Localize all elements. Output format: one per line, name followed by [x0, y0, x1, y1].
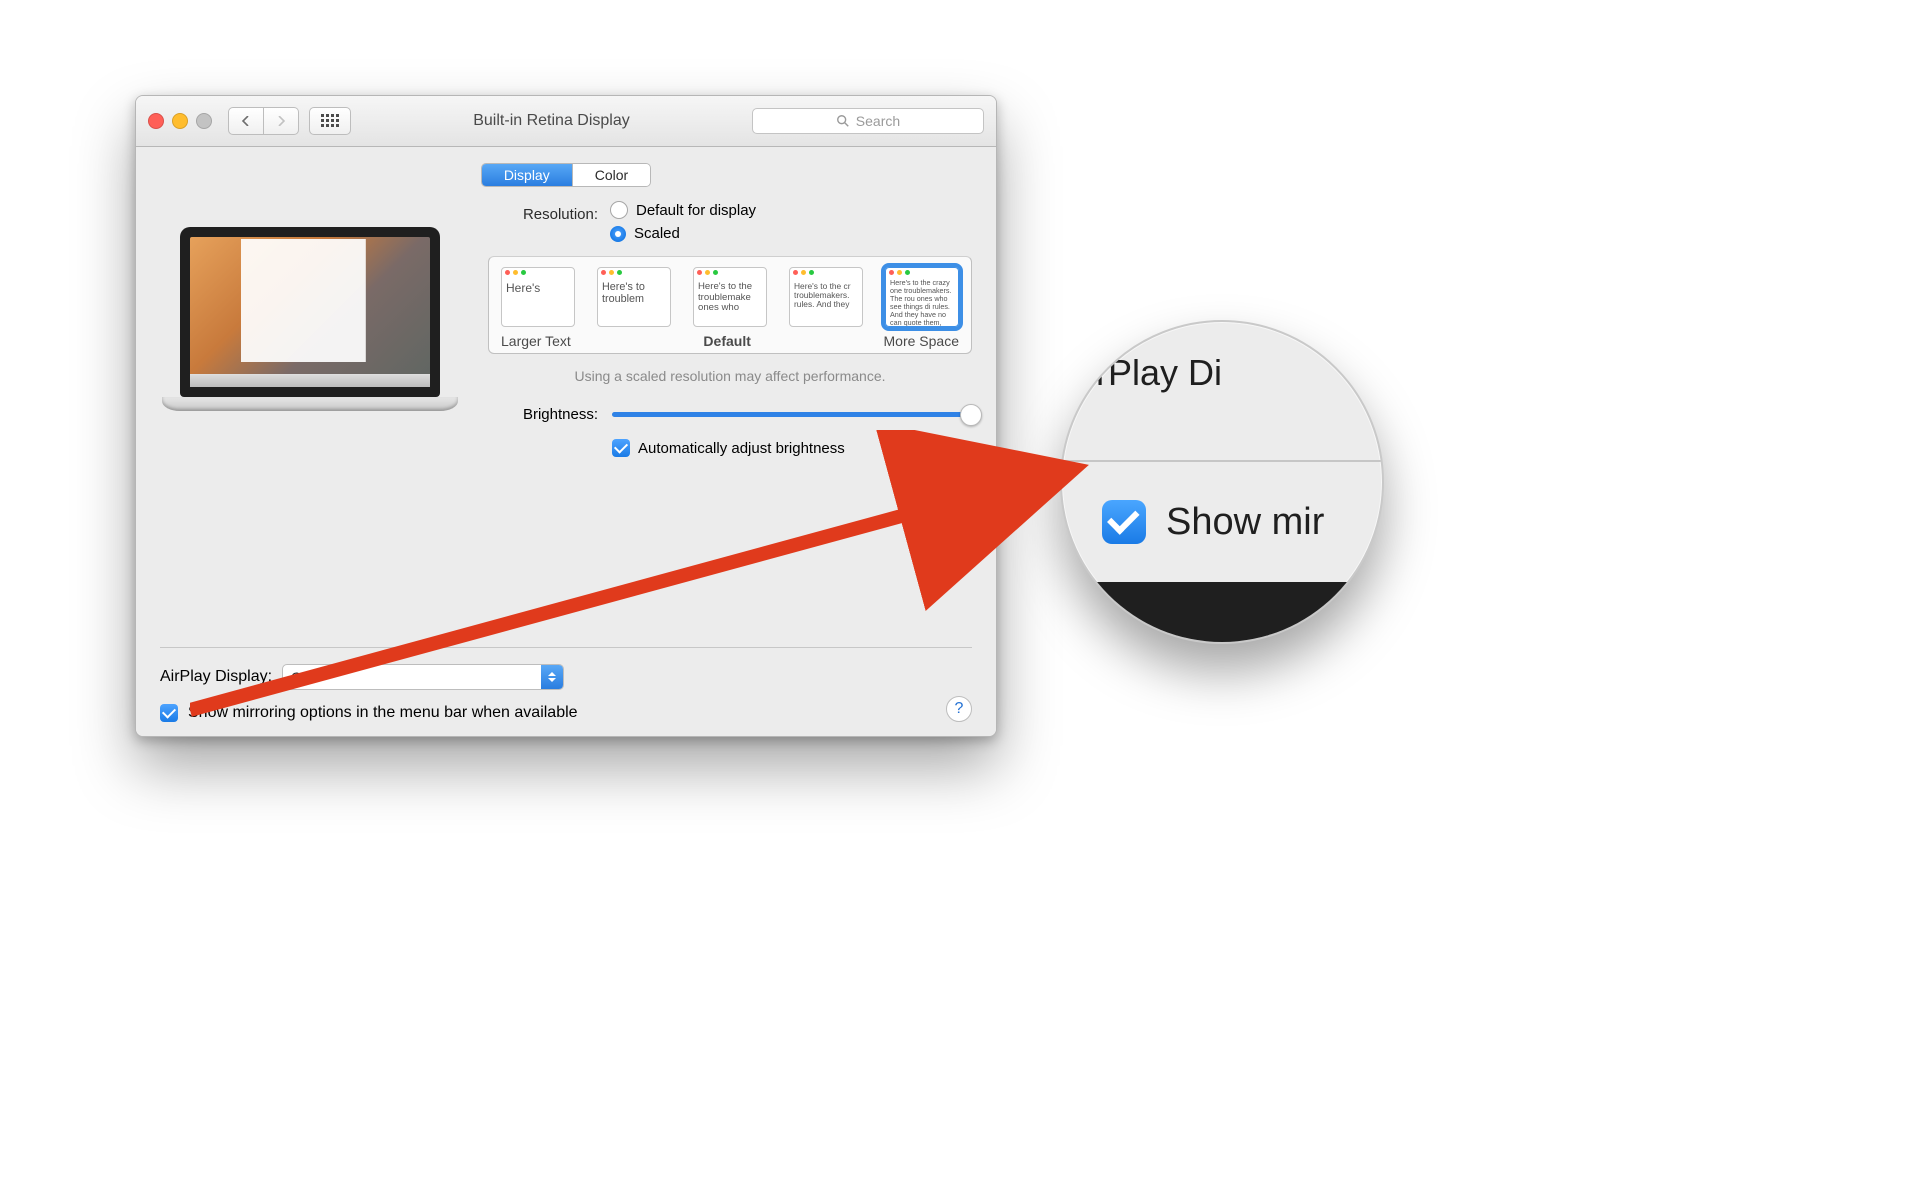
radio-icon	[610, 226, 626, 242]
radio-label: Default for display	[636, 202, 756, 219]
window-title: Built-in Retina Display	[473, 112, 630, 130]
magnifier-callout: irPlay Di Show mir	[1060, 320, 1384, 644]
system-preferences-window: Built-in Retina Display Search Display C…	[135, 95, 997, 737]
window-footer: AirPlay Display: Off Show mirroring opti…	[160, 647, 972, 722]
scaling-thumbnail[interactable]: Here's to the cr troublemakers. rules. A…	[789, 267, 863, 327]
auto-brightness-option[interactable]: Automatically adjust brightness	[612, 439, 972, 457]
tab-display[interactable]: Display	[482, 164, 572, 186]
scaling-thumbnail[interactable]: Here's to troublem	[597, 267, 671, 327]
forward-button[interactable]	[264, 107, 299, 135]
checkbox-icon	[1102, 500, 1146, 544]
airplay-row: AirPlay Display: Off	[160, 664, 972, 690]
scaling-thumbnail-text: Here's	[502, 280, 574, 326]
scaling-thumbnail-text: Here's to the cr troublemakers. rules. A…	[790, 280, 862, 326]
resolution-scaled-option[interactable]: Scaled	[610, 225, 756, 242]
minimize-window-button[interactable]	[172, 113, 188, 129]
scaling-thumbnail[interactable]: Here's	[501, 267, 575, 327]
brightness-label: Brightness:	[488, 406, 598, 423]
scaling-options: Here's Here's to troublem Here's to the tr…	[488, 256, 972, 354]
scaling-thumbnail-text: Here's to troublem	[598, 280, 670, 326]
search-field[interactable]: Search	[752, 108, 984, 134]
show-mirroring-option[interactable]: Show mirroring options in the menu bar w…	[160, 704, 972, 722]
back-button[interactable]	[228, 107, 264, 135]
scale-larger-text-label: Larger Text	[501, 333, 571, 349]
help-button[interactable]: ?	[946, 696, 972, 722]
brightness-slider[interactable]	[612, 412, 972, 417]
scaling-thumbnail[interactable]: Here's to the crazy one troublemakers. T…	[885, 267, 959, 327]
auto-brightness-label: Automatically adjust brightness	[638, 440, 845, 457]
resolution-default-option[interactable]: Default for display	[610, 201, 756, 219]
brightness-row: Brightness:	[488, 406, 972, 423]
airplay-value: Off	[283, 669, 541, 685]
magnifier-mid-text: Show mir	[1166, 501, 1324, 544]
search-icon	[836, 114, 850, 128]
search-placeholder: Search	[856, 113, 900, 129]
scaling-thumbnail-text: Here's to the troublemake ones who	[694, 280, 766, 326]
airplay-popup[interactable]: Off	[282, 664, 564, 690]
magnifier-bottom-band	[1062, 582, 1382, 642]
display-preview	[160, 199, 460, 411]
airplay-label: AirPlay Display:	[160, 668, 272, 686]
window-content: Display Color Resolution:	[136, 147, 996, 736]
tab-segment: Display Color	[481, 163, 651, 187]
show-all-prefs-button[interactable]	[309, 107, 351, 135]
scaling-thumbnail[interactable]: Here's to the troublemake ones who	[693, 267, 767, 327]
radio-label: Scaled	[634, 225, 680, 242]
window-titlebar: Built-in Retina Display Search	[136, 96, 996, 147]
scaling-note: Using a scaled resolution may affect per…	[488, 368, 972, 384]
divider	[160, 647, 972, 648]
magnifier-top-text: irPlay Di	[1062, 322, 1382, 462]
tab-color[interactable]: Color	[572, 164, 650, 186]
chevron-updown-icon	[541, 665, 563, 689]
close-window-button[interactable]	[148, 113, 164, 129]
window-traffic-lights	[148, 113, 212, 129]
radio-icon	[610, 201, 628, 219]
checkbox-icon	[160, 704, 178, 722]
zoom-window-button[interactable]	[196, 113, 212, 129]
mirroring-label: Show mirroring options in the menu bar w…	[188, 704, 578, 722]
checkbox-icon	[612, 439, 630, 457]
scaling-thumbnail-text: Here's to the crazy one troublemakers. T…	[886, 277, 958, 327]
scale-default-label: Default	[703, 333, 750, 349]
resolution-row: Resolution: Default for display Scaled	[488, 199, 972, 244]
scale-more-space-label: More Space	[884, 333, 959, 349]
resolution-label: Resolution:	[488, 206, 598, 223]
